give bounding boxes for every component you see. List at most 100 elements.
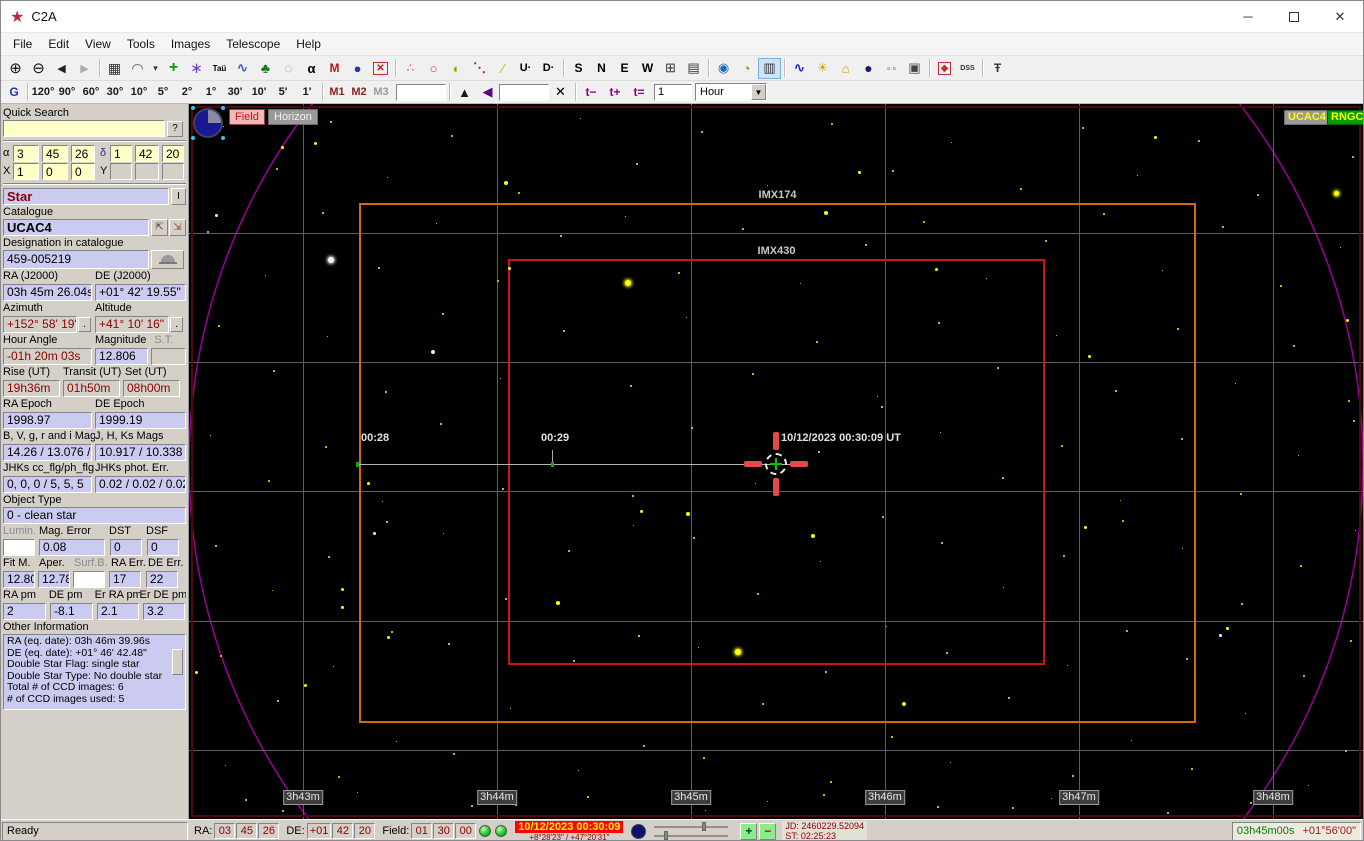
menu-telescope[interactable]: Telescope — [218, 34, 288, 54]
history-forward-button[interactable]: ▶ — [73, 58, 96, 79]
planets-button[interactable]: ● — [346, 58, 369, 79]
time-back-button[interactable]: t− — [579, 83, 603, 102]
zoom-out-button[interactable]: ⊖ — [27, 58, 50, 79]
fov-1deg[interactable]: 1° — [199, 83, 223, 102]
memory-m1-button[interactable]: M1 — [326, 83, 348, 102]
flip-vertical-button[interactable]: ◀ — [476, 82, 499, 103]
fov-2deg[interactable]: 2° — [175, 83, 199, 102]
de-d-input[interactable] — [110, 145, 132, 162]
catalogue-next-button[interactable]: ⇲ — [169, 219, 186, 236]
tab-horizon[interactable]: Horizon — [268, 109, 318, 125]
minimize-button[interactable]: ─ — [1225, 1, 1271, 32]
tab-field[interactable]: Field — [229, 109, 265, 125]
nebulae-button[interactable]: ✕ — [369, 58, 392, 79]
quick-search-help-button[interactable]: ? — [167, 120, 183, 137]
constellation-lines-button[interactable]: ∗ — [185, 58, 208, 79]
clock-button[interactable]: ◔ — [735, 58, 758, 79]
center-field-button[interactable]: ⊞ — [659, 58, 682, 79]
center-target-button[interactable]: + — [162, 58, 185, 79]
menu-images[interactable]: Images — [163, 34, 218, 54]
time-unit-select[interactable]: Hour ▼ — [695, 83, 767, 101]
x2-input[interactable] — [42, 163, 68, 180]
quick-search-input[interactable] — [3, 120, 165, 137]
night-vision-button[interactable]: ● — [857, 58, 880, 79]
azimuth-more-button[interactable]: . — [78, 317, 91, 332]
direction-north-button[interactable]: N — [590, 58, 613, 79]
object-search-input[interactable] — [499, 83, 549, 101]
memory-m3-button[interactable]: M3 — [370, 83, 392, 102]
asteroid-trails-button[interactable]: ⋱ — [468, 58, 491, 79]
magnitude-limit-input[interactable] — [396, 83, 446, 101]
history-back-button[interactable]: ◀ — [50, 58, 73, 79]
star-colors-button[interactable]: ∴ — [399, 58, 422, 79]
direction-south-button[interactable]: S — [567, 58, 590, 79]
menu-edit[interactable]: Edit — [40, 34, 77, 54]
time-plus-button[interactable]: + — [740, 822, 758, 840]
camera-button[interactable]: ▣ — [903, 58, 926, 79]
horizon-dome-button[interactable]: ◠ — [126, 58, 149, 79]
time-sliders[interactable] — [654, 822, 732, 840]
horizon-dome-dropdown-button[interactable]: ▾ — [149, 58, 162, 79]
ra-m-input[interactable] — [42, 145, 68, 162]
horizon-landscape-button[interactable]: ♣ — [254, 58, 277, 79]
milky-way-button[interactable]: ∿ — [231, 58, 254, 79]
catalogue-prev-button[interactable]: ⇱ — [151, 219, 168, 236]
fov-60deg[interactable]: 60° — [79, 83, 103, 102]
comet-trails-button[interactable]: ∕ — [491, 58, 514, 79]
ecliptic-button[interactable]: ◌ — [277, 58, 300, 79]
de-m-input[interactable] — [135, 145, 159, 162]
menu-help[interactable]: Help — [288, 34, 329, 54]
y3-input[interactable] — [162, 163, 184, 180]
d-symbol-button[interactable]: D· — [537, 58, 560, 79]
x1-input[interactable] — [13, 163, 39, 180]
satellite-trails-button[interactable]: ∘∘ — [880, 58, 903, 79]
dss-image-button[interactable]: DSS — [956, 58, 979, 79]
y1-input[interactable] — [110, 163, 132, 180]
observatory-mount-button[interactable]: ⌂ — [834, 58, 857, 79]
fov-120deg[interactable]: 120° — [31, 83, 55, 102]
side-panel-button[interactable]: ▥ — [758, 57, 781, 79]
coordinate-grid-button[interactable]: ▦ — [103, 58, 126, 79]
slider-track-1[interactable] — [654, 822, 729, 831]
slider-thumb-1[interactable] — [702, 822, 707, 831]
time-step-input[interactable] — [654, 83, 692, 101]
telescope-panel-button[interactable]: Ŧ — [986, 58, 1009, 79]
x3-input[interactable] — [71, 163, 95, 180]
maximize-button[interactable] — [1271, 1, 1317, 32]
fov-30min[interactable]: 30' — [223, 83, 247, 102]
ccd-frames-button[interactable]: ◆ — [933, 58, 956, 79]
ra-h-input[interactable] — [13, 145, 39, 162]
fov-1min[interactable]: 1' — [295, 83, 319, 102]
fov-g-button[interactable]: G — [4, 83, 24, 102]
time-forward-button[interactable]: t+ — [603, 83, 627, 102]
other-info-scrollbar[interactable] — [172, 649, 183, 675]
goto-telescope-button[interactable] — [151, 250, 184, 269]
zoom-in-button[interactable]: ⊕ — [4, 58, 27, 79]
time-minus-button[interactable]: − — [759, 822, 777, 840]
direction-west-button[interactable]: W — [636, 58, 659, 79]
y2-input[interactable] — [135, 163, 159, 180]
fov-30deg[interactable]: 30° — [103, 83, 127, 102]
sky-chart[interactable]: Field Horizon UCAC4 RNGCIC IMX174 IMX430 0… — [189, 104, 1363, 819]
menu-tools[interactable]: Tools — [119, 34, 163, 54]
time-dial-widget[interactable] — [191, 106, 225, 140]
fov-5deg[interactable]: 5° — [151, 83, 175, 102]
menu-file[interactable]: File — [5, 34, 40, 54]
object-info-button[interactable]: I — [171, 188, 186, 205]
slider-track-2[interactable] — [654, 831, 729, 840]
slider-thumb-2[interactable] — [664, 831, 669, 840]
fov-90deg[interactable]: 90° — [55, 83, 79, 102]
earth-globe-button[interactable]: ◉ — [712, 58, 735, 79]
clear-search-button[interactable]: ✕ — [549, 82, 572, 103]
messier-labels-button[interactable]: M — [323, 58, 346, 79]
horizon-ground-button[interactable]: ▤ — [682, 58, 705, 79]
moon-phase-button[interactable]: ◐ — [445, 58, 468, 79]
altitude-more-button[interactable]: . — [170, 317, 183, 332]
nebula-outlines-button[interactable]: ○ — [422, 58, 445, 79]
sun-button[interactable]: ☀ — [811, 58, 834, 79]
star-names-button[interactable]: α — [300, 58, 323, 79]
de-s-input[interactable] — [162, 145, 184, 162]
time-set-button[interactable]: t= — [627, 83, 651, 102]
flip-horizontal-button[interactable]: ▲ — [453, 82, 476, 103]
direction-east-button[interactable]: E — [613, 58, 636, 79]
